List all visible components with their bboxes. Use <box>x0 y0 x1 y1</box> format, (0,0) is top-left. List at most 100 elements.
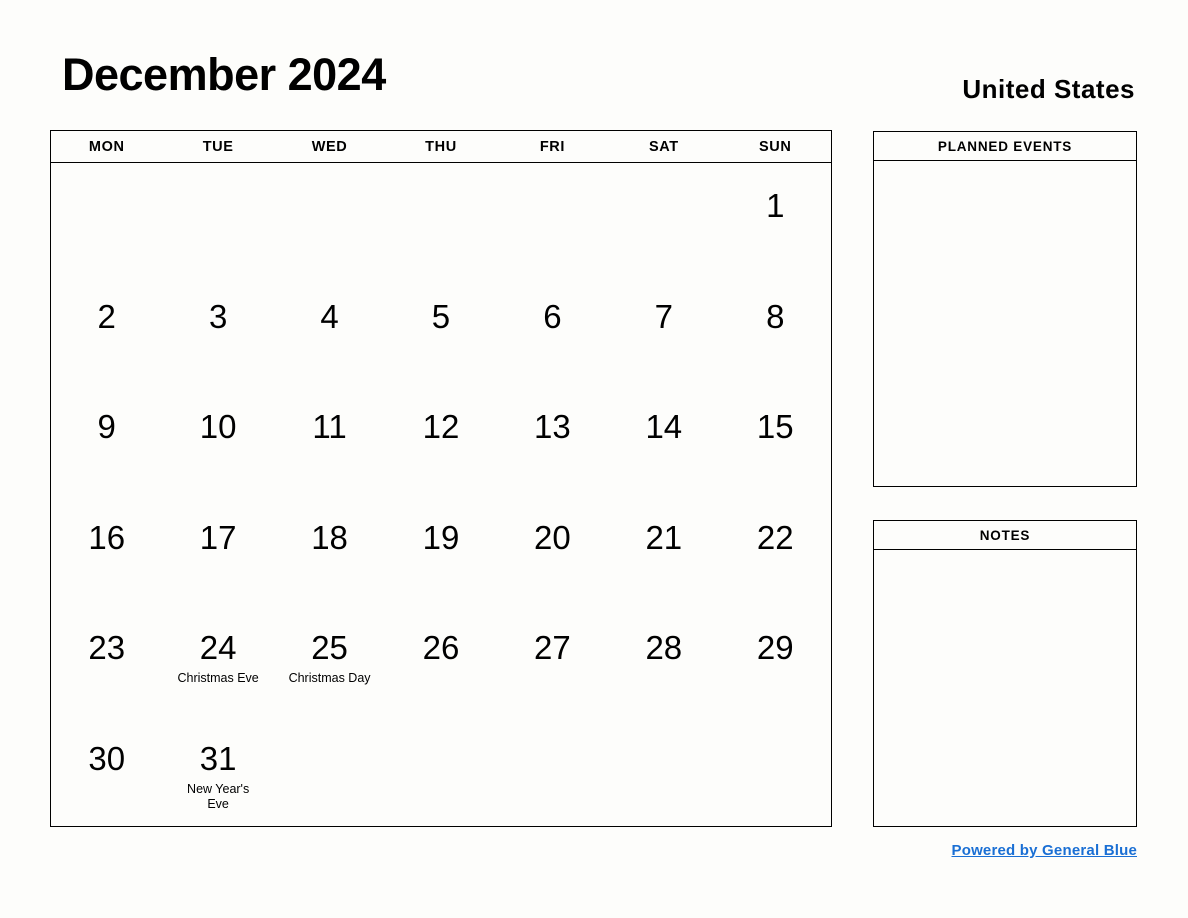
day-number: 3 <box>208 297 228 335</box>
day-number: 8 <box>766 297 785 335</box>
page-header: December 2024 United States <box>0 0 1188 130</box>
day-cell[interactable]: 18 <box>274 495 385 606</box>
calendar-week-row: 9 10 11 12 13 14 15 <box>51 384 831 495</box>
day-cell[interactable]: 24 Christmas Eve <box>162 605 273 716</box>
day-cell[interactable]: 7 <box>608 274 719 385</box>
planned-events-panel: PLANNED EVENTS <box>873 131 1137 487</box>
day-cell[interactable]: 27 <box>497 605 608 716</box>
day-cell[interactable]: 21 <box>608 495 719 606</box>
calendar-grid: MON TUE WED THU FRI SAT SUN 1 2 3 4 5 6 7 8 9 10 11 12 13 1… <box>50 130 832 827</box>
weekday-header-mon: MON <box>88 138 125 155</box>
weekday-header-sun: SUN <box>759 138 792 155</box>
day-cell-empty <box>385 716 496 827</box>
day-cell[interactable]: 22 <box>720 495 831 606</box>
powered-by-general-blue-link[interactable]: Powered by General Blue <box>952 842 1138 859</box>
day-number: 9 <box>97 408 116 445</box>
day-number: 16 <box>88 518 126 556</box>
day-number: 7 <box>654 297 673 335</box>
day-cell[interactable]: 6 <box>497 274 608 385</box>
day-cell-empty <box>497 163 608 274</box>
day-number: 22 <box>756 518 794 556</box>
day-cell[interactable]: 30 <box>51 716 162 827</box>
day-cell-empty <box>497 716 608 827</box>
day-cell-empty <box>385 163 496 274</box>
notes-panel: NOTES <box>873 520 1137 827</box>
day-cell[interactable]: 13 <box>497 384 608 495</box>
weekday-header-sat: SAT <box>648 138 679 155</box>
day-number: 31 <box>199 739 237 777</box>
day-cell[interactable]: 14 <box>608 384 719 495</box>
day-number: 27 <box>534 629 571 666</box>
weekday-header-wed: WED <box>311 138 348 155</box>
day-cell[interactable]: 8 <box>720 274 831 385</box>
day-cell[interactable]: 23 <box>51 605 162 716</box>
day-number: 13 <box>534 408 571 445</box>
day-number: 26 <box>422 629 460 666</box>
day-number: 19 <box>422 518 460 556</box>
calendar-week-row: 1 <box>51 163 831 274</box>
day-cell[interactable]: 12 <box>385 384 496 495</box>
day-cell[interactable]: 29 <box>720 605 831 716</box>
day-event-label: Christmas Eve <box>177 671 259 685</box>
day-cell-empty <box>608 163 719 274</box>
day-event-label: New Year's Eve <box>187 781 250 812</box>
day-number: 10 <box>199 408 237 445</box>
day-number: 17 <box>199 518 237 556</box>
day-number: 2 <box>97 297 116 335</box>
day-number: 28 <box>645 629 683 666</box>
day-cell[interactable]: 3 <box>162 274 273 385</box>
weekday-header-thu: THU <box>425 138 457 155</box>
day-cell[interactable]: 1 <box>720 163 831 274</box>
footer-credit: Powered by General Blue <box>873 843 1137 858</box>
day-cell[interactable]: 10 <box>162 384 273 495</box>
day-cell[interactable]: 11 <box>274 384 385 495</box>
day-number: 11 <box>312 408 347 445</box>
day-number: 15 <box>756 408 794 445</box>
day-cell-empty <box>720 716 831 827</box>
page-title: December 2024 <box>62 49 386 100</box>
calendar-weeks-body: 1 2 3 4 5 6 7 8 9 10 11 12 13 14 15 16 17 18 19 20 21 22 23 24 C… <box>51 163 831 826</box>
calendar-week-row: 30 31 New Year's Eve <box>51 716 831 827</box>
weekday-header-tue: TUE <box>202 138 234 155</box>
day-cell[interactable]: 16 <box>51 495 162 606</box>
day-cell[interactable]: 26 <box>385 605 496 716</box>
calendar-week-row: 2 3 4 5 6 7 8 <box>51 274 831 385</box>
day-cell[interactable]: 5 <box>385 274 496 385</box>
weekday-header-fri: FRI <box>539 138 565 155</box>
day-number: 23 <box>88 629 126 666</box>
day-number: 25 <box>311 629 348 666</box>
day-cell-empty <box>608 716 719 827</box>
day-number: 18 <box>311 518 348 556</box>
day-cell[interactable]: 31 New Year's Eve <box>162 716 273 827</box>
notes-header: NOTES <box>874 521 1136 550</box>
day-cell[interactable]: 19 <box>385 495 496 606</box>
day-number: 12 <box>422 408 460 445</box>
day-number: 4 <box>320 297 339 335</box>
day-number: 24 <box>199 629 237 666</box>
day-cell[interactable]: 2 <box>51 274 162 385</box>
day-cell[interactable]: 17 <box>162 495 273 606</box>
notes-writing-area[interactable] <box>874 550 1136 826</box>
calendar-week-row: 16 17 18 19 20 21 22 <box>51 495 831 606</box>
day-event-label: Christmas Day <box>288 671 371 685</box>
day-cell[interactable]: 28 <box>608 605 719 716</box>
calendar-week-row: 23 24 Christmas Eve 25 Christmas Day 26 27 28 29 <box>51 605 831 716</box>
day-cell[interactable]: 20 <box>497 495 608 606</box>
weekday-header-row: MON TUE WED THU FRI SAT SUN <box>51 131 831 163</box>
day-cell[interactable]: 25 Christmas Day <box>274 605 385 716</box>
day-cell[interactable]: 15 <box>720 384 831 495</box>
day-cell[interactable]: 4 <box>274 274 385 385</box>
day-cell-empty <box>274 716 385 827</box>
day-number: 14 <box>645 408 683 445</box>
day-cell-empty <box>274 163 385 274</box>
day-number: 5 <box>431 297 451 335</box>
day-cell-empty <box>51 163 162 274</box>
day-cell[interactable]: 9 <box>51 384 162 495</box>
day-number: 1 <box>766 187 785 224</box>
day-number: 30 <box>88 739 126 777</box>
day-number: 21 <box>645 518 683 556</box>
day-cell-empty <box>162 163 273 274</box>
planned-events-writing-area[interactable] <box>874 161 1136 486</box>
day-number: 20 <box>534 518 571 556</box>
country-title: United States <box>962 74 1135 104</box>
